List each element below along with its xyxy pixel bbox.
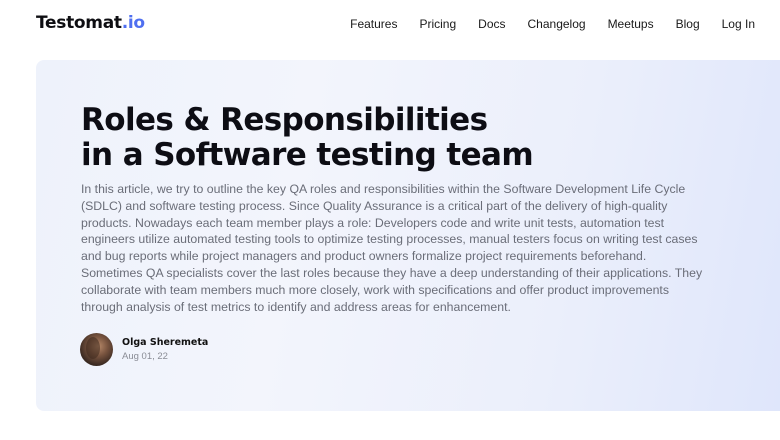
main-nav: Features Pricing Docs Changelog Meetups …: [350, 17, 755, 31]
testomat-logo[interactable]: Testomat.io: [36, 13, 145, 33]
nav-pricing[interactable]: Pricing: [419, 17, 456, 31]
article-description: In this article, we try to outline the k…: [81, 182, 703, 314]
author-name: Olga Sheremeta: [122, 336, 209, 348]
page: Testomat.io Features Pricing Docs Change…: [0, 0, 780, 440]
article-title: Roles & Responsibilities in a Software t…: [81, 103, 641, 173]
article-title-line-2: in a Software testing team: [81, 137, 534, 173]
nav-blog[interactable]: Blog: [676, 17, 700, 31]
logo-tld: .io: [121, 13, 145, 33]
nav-log-in[interactable]: Log In: [722, 17, 755, 31]
article-hero: Roles & Responsibilities in a Software t…: [36, 60, 780, 411]
author-block: Olga Sheremeta Aug 01, 22: [80, 332, 208, 366]
article-title-line-1: Roles & Responsibilities: [81, 102, 488, 138]
site-header: Testomat.io Features Pricing Docs Change…: [0, 0, 780, 50]
author-avatar: [80, 332, 113, 366]
nav-changelog[interactable]: Changelog: [528, 17, 586, 31]
nav-meetups[interactable]: Meetups: [608, 17, 654, 31]
logo-wordmark: Testomat: [36, 13, 122, 33]
author-meta: Olga Sheremeta Aug 01, 22: [122, 337, 208, 362]
publish-date: Aug 01, 22: [122, 350, 168, 362]
nav-docs[interactable]: Docs: [478, 17, 505, 31]
nav-features[interactable]: Features: [350, 17, 397, 31]
